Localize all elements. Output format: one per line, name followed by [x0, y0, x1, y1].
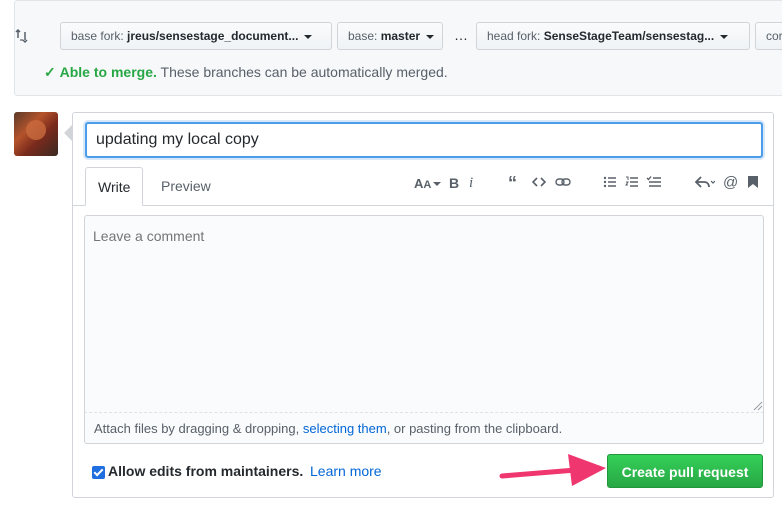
head-fork-value: SenseStageTeam/sensestag...: [543, 29, 715, 43]
attach-prefix: Attach files by dragging & dropping,: [94, 421, 303, 436]
merge-status: ✓ Able to merge. These branches can be a…: [44, 64, 448, 81]
check-icon: ✓: [44, 64, 56, 80]
allow-edits-label: Allow edits from maintainers.: [108, 463, 304, 479]
merge-status-message: These branches can be automatically merg…: [160, 64, 448, 80]
base-fork-value: jreus/sensestage_document...: [127, 29, 299, 43]
avatar[interactable]: [14, 112, 58, 156]
attach-suffix: , or pasting from the clipboard.: [386, 421, 563, 436]
tab-preview[interactable]: Preview: [149, 167, 223, 205]
link-icon[interactable]: [555, 175, 571, 191]
annotation-arrow-icon: [499, 454, 606, 486]
chevron-down-icon: [426, 34, 435, 39]
select-files-link[interactable]: selecting them: [303, 421, 387, 436]
learn-more-link[interactable]: Learn more: [310, 463, 382, 479]
base-branch-value: master: [380, 29, 421, 43]
italic-icon[interactable]: i: [469, 175, 473, 191]
base-fork-select[interactable]: base fork: jreus/sensestage_document...: [60, 22, 332, 50]
header-icon[interactable]: AA: [414, 175, 442, 191]
code-icon[interactable]: [532, 175, 546, 191]
compare-branch-select[interactable]: cor: [755, 22, 782, 50]
ellipsis: …: [454, 27, 468, 43]
comment-textarea[interactable]: [84, 215, 764, 413]
head-fork-select[interactable]: head fork: SenseStageTeam/sensestag...: [476, 22, 750, 50]
head-fork-prefix: head fork:: [487, 29, 544, 43]
reply-icon[interactable]: [695, 175, 715, 191]
mention-icon[interactable]: @: [723, 175, 738, 191]
chevron-down-icon: [304, 34, 313, 39]
attach-files-bar[interactable]: Attach files by dragging & dropping, sel…: [84, 413, 764, 444]
allow-edits-checkbox[interactable]: [92, 466, 105, 479]
base-branch-prefix: base:: [348, 29, 381, 43]
title-input[interactable]: [85, 122, 763, 158]
bookmark-icon[interactable]: [747, 175, 759, 191]
task-list-icon[interactable]: [646, 175, 662, 191]
chevron-down-icon: [720, 34, 729, 39]
tab-write[interactable]: Write: [85, 167, 144, 206]
merge-status-label: Able to merge.: [59, 64, 157, 80]
base-branch-select[interactable]: base: master: [337, 22, 443, 50]
bold-icon[interactable]: B: [449, 175, 459, 191]
resize-handle-icon[interactable]: [753, 401, 763, 411]
ordered-list-icon[interactable]: [625, 175, 639, 191]
base-fork-prefix: base fork:: [71, 29, 128, 43]
create-pull-request-button[interactable]: Create pull request: [607, 454, 763, 488]
unordered-list-icon[interactable]: [603, 175, 617, 191]
compare-branch-prefix: cor: [766, 29, 782, 43]
quote-icon[interactable]: “: [508, 174, 517, 192]
compare-icon: [15, 28, 28, 44]
